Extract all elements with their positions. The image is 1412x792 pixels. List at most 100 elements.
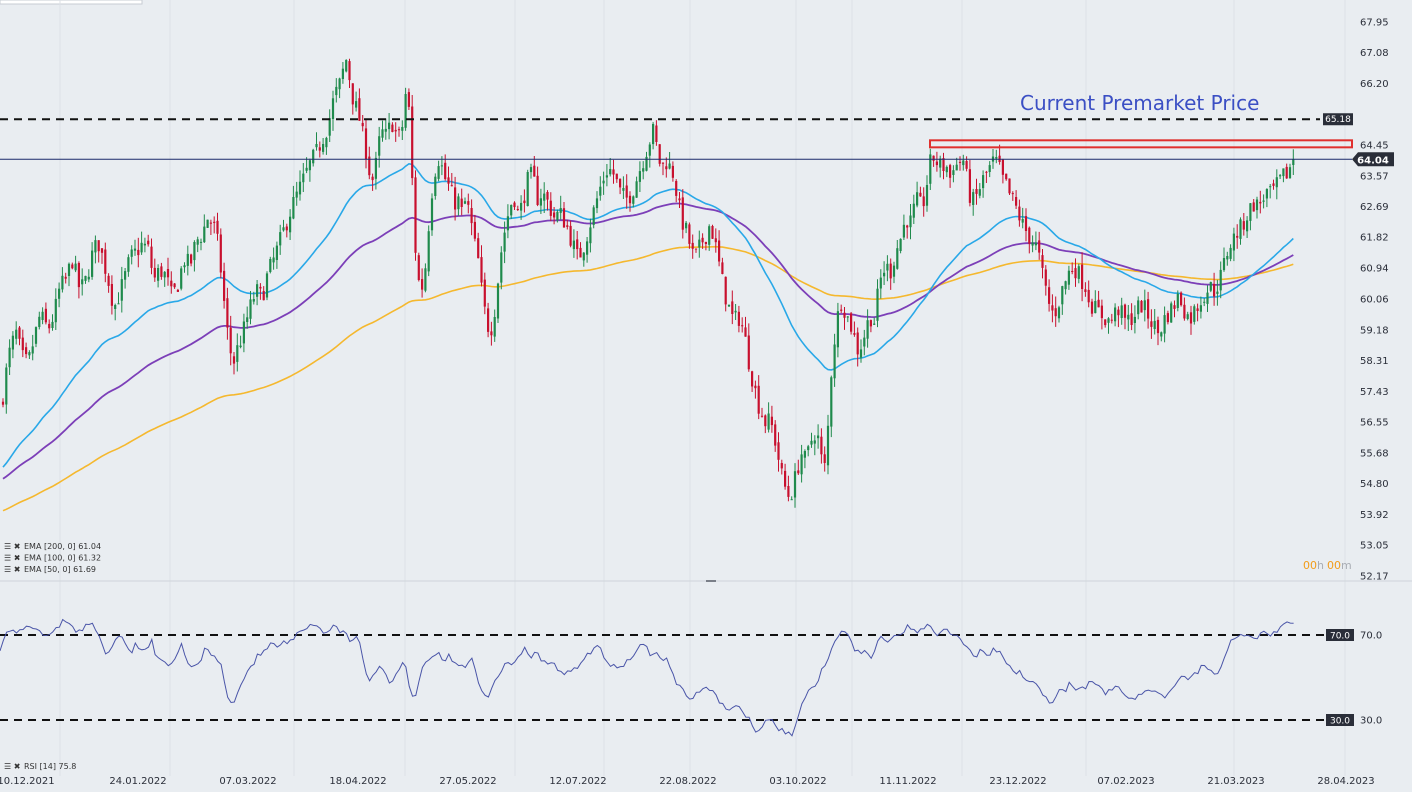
candle-body bbox=[137, 249, 140, 256]
candle-body bbox=[757, 385, 760, 414]
price-tick-label: 60.94 bbox=[1360, 264, 1389, 275]
date-tick-label: 10.12.2021 bbox=[0, 776, 55, 787]
candle-body bbox=[586, 241, 589, 255]
candle-body bbox=[1104, 319, 1107, 326]
candle-body bbox=[886, 263, 889, 271]
candle-body bbox=[529, 167, 533, 173]
candle-body bbox=[1018, 206, 1021, 221]
candle-body bbox=[714, 238, 717, 243]
candle-body bbox=[727, 304, 731, 307]
candle-body bbox=[183, 265, 186, 268]
candle-body bbox=[391, 124, 394, 132]
candle-body bbox=[500, 252, 503, 283]
candle-body bbox=[810, 440, 813, 445]
candle-body bbox=[1180, 292, 1183, 306]
rsi-legend: ☰ ✖ RSI [14] 75.8 bbox=[4, 762, 76, 771]
candle-body bbox=[318, 147, 321, 151]
legend-label: EMA [100, 0] 61.32 bbox=[24, 554, 101, 563]
candle-body bbox=[1041, 255, 1044, 268]
candle-body bbox=[866, 320, 869, 339]
candle-body bbox=[1143, 300, 1146, 311]
candle-body bbox=[510, 205, 513, 216]
candle-body bbox=[1001, 159, 1004, 175]
candle-body bbox=[77, 263, 80, 288]
candle-body bbox=[704, 241, 707, 244]
candle-body bbox=[1186, 314, 1189, 319]
candle-body bbox=[388, 122, 391, 130]
candle-body bbox=[595, 198, 599, 209]
candle-body bbox=[661, 162, 665, 164]
candle-body bbox=[1222, 258, 1226, 271]
candle-body bbox=[572, 240, 575, 250]
candle-body bbox=[625, 185, 628, 198]
candle-body bbox=[219, 234, 222, 273]
candle-body bbox=[777, 442, 780, 460]
candle-body bbox=[54, 298, 57, 323]
svg-text:☰ ✖: ☰ ✖ bbox=[4, 762, 21, 771]
price-tick-label: 56.55 bbox=[1360, 418, 1389, 429]
candle-body bbox=[767, 413, 770, 430]
candle-body bbox=[780, 463, 783, 469]
candle-body bbox=[269, 259, 272, 272]
candle-body bbox=[1117, 309, 1120, 316]
date-tick-label: 22.08.2022 bbox=[659, 776, 716, 787]
candle-body bbox=[272, 257, 275, 263]
date-tick-label: 18.04.2022 bbox=[329, 776, 386, 787]
candle-body bbox=[892, 265, 896, 277]
candle-body bbox=[1044, 269, 1047, 286]
candle-body bbox=[28, 352, 31, 356]
candle-body bbox=[846, 316, 849, 318]
candle-body bbox=[523, 200, 526, 204]
price-tick-label: 63.57 bbox=[1360, 171, 1389, 182]
candle-body bbox=[21, 337, 24, 351]
candle-body bbox=[1219, 269, 1222, 291]
candle-body bbox=[117, 303, 120, 305]
candle-body bbox=[427, 231, 430, 272]
candle-body bbox=[747, 335, 750, 370]
candle-body bbox=[143, 243, 146, 246]
price-tick-label: 55.68 bbox=[1360, 448, 1389, 459]
candle-body bbox=[902, 224, 905, 238]
candle-body bbox=[203, 226, 206, 243]
date-tick-label: 24.01.2022 bbox=[109, 776, 166, 787]
candle-body bbox=[315, 144, 318, 148]
candle-body bbox=[879, 277, 882, 289]
toolbar-stub[interactable] bbox=[0, 0, 143, 5]
candle-body bbox=[1213, 283, 1216, 297]
price-tick-label: 54.80 bbox=[1360, 479, 1389, 490]
candle-body bbox=[1275, 177, 1278, 188]
candle-body bbox=[1166, 313, 1169, 323]
candle-body bbox=[127, 257, 130, 272]
candle-body bbox=[1279, 175, 1282, 177]
candle-body bbox=[91, 250, 94, 277]
candle-body bbox=[298, 181, 302, 195]
candle-body bbox=[668, 163, 671, 169]
price-tick-label: 53.05 bbox=[1360, 541, 1389, 552]
candle-body bbox=[97, 240, 100, 252]
candle-body bbox=[229, 327, 232, 354]
candle-body bbox=[622, 188, 625, 191]
candle-body bbox=[67, 263, 71, 276]
candle-body bbox=[414, 177, 417, 253]
price-tick-label: 66.20 bbox=[1360, 79, 1389, 90]
candle-body bbox=[38, 316, 41, 327]
candle-body bbox=[985, 171, 988, 173]
candle-body bbox=[493, 317, 496, 337]
candle-body bbox=[982, 175, 985, 189]
candle-body bbox=[1107, 318, 1110, 323]
candle-body bbox=[477, 238, 480, 259]
candle-body bbox=[1183, 304, 1186, 319]
candle-body bbox=[1127, 314, 1130, 320]
candle-body bbox=[437, 166, 440, 179]
candle-body bbox=[335, 86, 338, 96]
candle-body bbox=[15, 329, 18, 339]
candle-body bbox=[107, 275, 110, 286]
candle-body bbox=[94, 240, 97, 253]
candle-body bbox=[675, 181, 678, 196]
candle-body bbox=[355, 101, 358, 108]
candle-body bbox=[533, 165, 536, 177]
price-tick-label: 52.17 bbox=[1360, 572, 1389, 583]
candle-body bbox=[876, 288, 879, 321]
candle-body bbox=[61, 275, 64, 290]
candle-body bbox=[150, 246, 153, 268]
